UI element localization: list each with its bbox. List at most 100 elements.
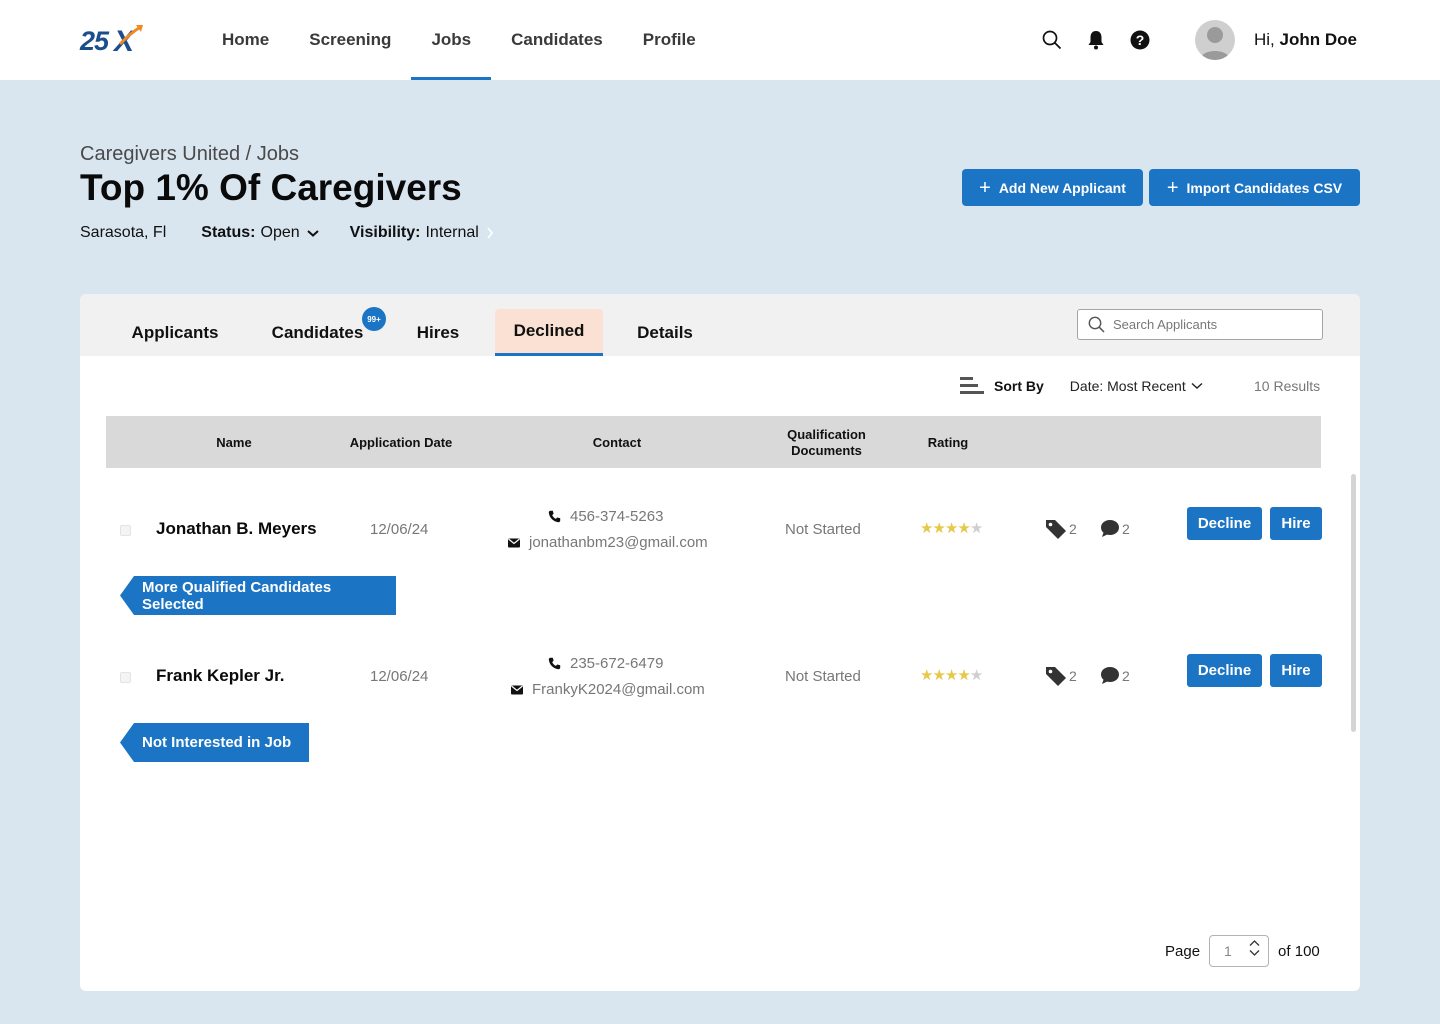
chevron-up-icon[interactable] xyxy=(1249,939,1260,947)
svg-text:?: ? xyxy=(1136,32,1145,48)
tab-applicants[interactable]: Applicants xyxy=(120,309,230,356)
column-header-application-date[interactable]: Application Date xyxy=(331,435,471,450)
star-icon: ★ xyxy=(932,667,945,684)
star-icon: ★ xyxy=(957,520,970,537)
table-header: Name Application Date Contact Qualificat… xyxy=(106,416,1321,468)
visibility-selector[interactable]: Visibility: Internal xyxy=(350,224,495,242)
job-meta: Sarasota, Fl Status: Open Visibility: In… xyxy=(80,224,525,242)
visibility-label: Visibility: xyxy=(349,224,421,241)
logo[interactable]: 25 X xyxy=(80,24,144,58)
chevron-down-icon[interactable] xyxy=(1249,949,1260,957)
search-icon[interactable] xyxy=(1040,28,1064,52)
search-input[interactable] xyxy=(1113,317,1303,332)
bell-icon[interactable] xyxy=(1084,28,1108,52)
breadcrumb[interactable]: Caregivers United / Jobs xyxy=(80,143,299,166)
page-title: Top 1% Of Caregivers xyxy=(80,167,462,208)
decline-button[interactable]: Decline xyxy=(1187,654,1262,687)
nav-jobs[interactable]: Jobs xyxy=(411,0,491,80)
star-icon: ★ xyxy=(920,520,933,537)
star-icon: ★ xyxy=(957,667,970,684)
nav-candidates[interactable]: Candidates xyxy=(491,0,623,80)
user-name: John Doe xyxy=(1279,30,1357,49)
candidate-name[interactable]: Frank Kepler Jr. xyxy=(156,666,285,686)
search-box[interactable] xyxy=(1077,309,1323,340)
tags-count[interactable]: 2 xyxy=(1045,519,1077,539)
current-page: 1 xyxy=(1224,943,1232,959)
star-icon: ★ xyxy=(944,520,958,537)
phone-number[interactable]: 235-672-6479 xyxy=(570,655,663,672)
contact-phone: 456-374-5263 xyxy=(548,508,663,525)
user-greeting[interactable]: Hi, John Doe xyxy=(1254,30,1357,50)
comments-count[interactable]: 2 xyxy=(1100,666,1130,685)
star-icon: ★ xyxy=(969,520,983,537)
nav-screening[interactable]: Screening xyxy=(289,0,411,80)
greeting-prefix: Hi, xyxy=(1254,30,1275,49)
results-count: 10 Results xyxy=(1254,378,1321,394)
hire-button[interactable]: Hire xyxy=(1270,507,1322,540)
help-icon[interactable]: ? xyxy=(1128,28,1152,52)
qualification-status: Not Started xyxy=(785,521,861,538)
tags-count[interactable]: 2 xyxy=(1045,666,1077,686)
phone-number[interactable]: 456-374-5263 xyxy=(570,508,663,525)
chevron-right-icon xyxy=(487,227,494,239)
tag-icon xyxy=(1046,520,1066,539)
contact-email: jonathanbm23@gmail.com xyxy=(508,534,708,551)
chevron-down-icon xyxy=(306,230,319,237)
search-icon xyxy=(1088,316,1105,333)
rating-stars[interactable]: ★★★★★ xyxy=(920,519,983,537)
tab-details[interactable]: Details xyxy=(625,309,705,356)
status-dropdown[interactable]: Status: Open xyxy=(201,224,319,242)
visibility-value: Internal xyxy=(425,224,479,241)
nav-home[interactable]: Home xyxy=(202,0,289,80)
avatar[interactable] xyxy=(1195,20,1235,60)
email-address[interactable]: jonathanbm23@gmail.com xyxy=(529,534,708,551)
hire-button[interactable]: Hire xyxy=(1270,654,1322,687)
sort-icon[interactable] xyxy=(960,376,984,396)
add-new-applicant-label: Add New Applicant xyxy=(998,179,1126,196)
applicants-card: Applicants Candidates 99+ Hires Declined… xyxy=(80,294,1360,991)
star-icon: ★ xyxy=(969,667,983,684)
add-new-applicant-button[interactable]: + Add New Applicant xyxy=(962,169,1143,206)
decline-reason-tag: More Qualified Candidates Selected xyxy=(120,576,396,615)
decline-reason-tag: Not Interested in Job xyxy=(120,723,309,762)
email-address[interactable]: FrankyK2024@gmail.com xyxy=(532,681,705,698)
tab-declined[interactable]: Declined xyxy=(495,309,603,356)
column-header-contact[interactable]: Contact xyxy=(572,435,662,450)
plus-icon: + xyxy=(979,176,991,199)
comments-count-value: 2 xyxy=(1122,667,1130,684)
star-icon: ★ xyxy=(944,667,958,684)
page-stepper[interactable] xyxy=(1249,939,1260,957)
application-date: 12/06/24 xyxy=(370,521,429,538)
phone-icon xyxy=(548,657,561,670)
rating-stars[interactable]: ★★★★★ xyxy=(920,666,983,684)
main-nav: Home Screening Jobs Candidates Profile xyxy=(202,0,716,80)
import-candidates-csv-button[interactable]: + Import Candidates CSV xyxy=(1149,169,1360,206)
decline-button[interactable]: Decline xyxy=(1187,507,1262,540)
table-row: Frank Kepler Jr. 12/06/24 235-672-6479 F… xyxy=(80,651,1360,711)
status-label: Status: xyxy=(201,224,256,241)
sort-control: Sort By Date: Most Recent xyxy=(960,376,1203,396)
tab-candidates[interactable]: Candidates xyxy=(260,309,375,356)
mail-icon xyxy=(511,685,523,694)
mail-icon xyxy=(508,538,520,547)
tab-hires[interactable]: Hires xyxy=(398,309,478,356)
row-checkbox[interactable] xyxy=(120,672,131,683)
row-checkbox[interactable] xyxy=(120,525,131,536)
tag-icon xyxy=(1046,667,1066,686)
comment-icon xyxy=(1101,667,1119,684)
column-header-rating[interactable]: Rating xyxy=(918,435,978,450)
tags-count-value: 2 xyxy=(1069,668,1077,684)
candidate-name[interactable]: Jonathan B. Meyers xyxy=(156,519,317,539)
page-number-input[interactable]: 1 xyxy=(1209,935,1270,967)
contact-phone: 235-672-6479 xyxy=(548,655,663,672)
phone-icon xyxy=(548,510,561,523)
sort-dropdown[interactable]: Date: Most Recent xyxy=(1070,378,1203,394)
tab-bar: Applicants Candidates 99+ Hires Declined… xyxy=(80,294,1360,356)
sort-by-label: Sort By xyxy=(994,378,1044,394)
nav-profile[interactable]: Profile xyxy=(623,0,716,80)
comments-count[interactable]: 2 xyxy=(1100,519,1130,538)
scrollbar[interactable] xyxy=(1351,474,1356,732)
column-header-name[interactable]: Name xyxy=(194,435,274,450)
status-value: Open xyxy=(260,224,300,241)
column-header-qualification-documents[interactable]: Qualification Documents xyxy=(774,427,879,459)
